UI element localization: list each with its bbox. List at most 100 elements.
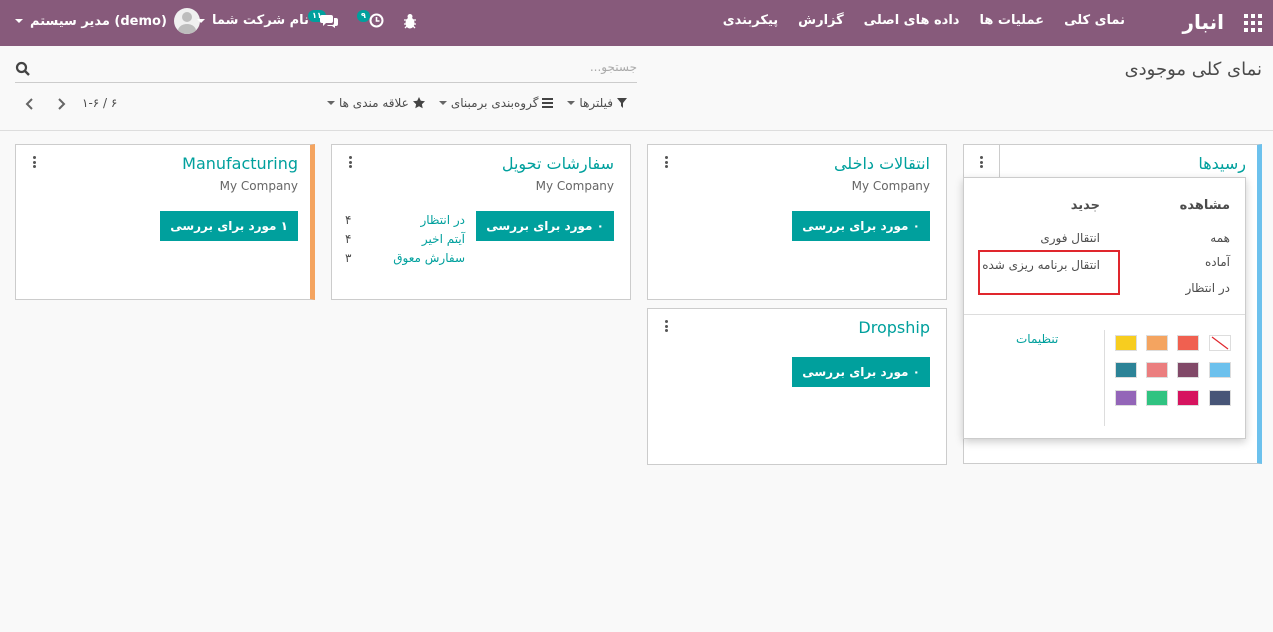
receipts-dropdown-menu: مشاهده جدید همه آماده در انتظار انتقال ف… xyxy=(963,177,1246,439)
manufacturing-todo-button[interactable]: ۱ مورد برای بررسی xyxy=(160,211,298,241)
company-caret-icon xyxy=(197,18,205,23)
delivery-orders-kebab-icon[interactable] xyxy=(348,156,352,168)
filters-label: فیلترها xyxy=(579,96,613,110)
manufacturing-card: Manufacturing My Company ۱ مورد برای برر… xyxy=(15,144,315,300)
dropdown-view-all[interactable]: همه xyxy=(1210,231,1230,245)
user-menu-caret-icon xyxy=(15,19,23,23)
pager-value[interactable]: ۱-۶ / ۶ xyxy=(82,96,117,110)
color-swatch-1[interactable] xyxy=(1177,335,1199,351)
color-swatch-6[interactable] xyxy=(1146,362,1168,378)
menu-reporting[interactable]: گزارش xyxy=(798,13,844,28)
dropship-kebab-icon[interactable] xyxy=(664,320,668,332)
company-switcher[interactable]: نام شرکت شما xyxy=(197,13,309,28)
stat-label-backorder[interactable]: سفارش معوق xyxy=(393,251,465,270)
company-name: نام شرکت شما xyxy=(212,13,309,28)
user-menu[interactable]: مدیر سیستم (demo) xyxy=(15,8,200,34)
stat-count-backorder: ۳ xyxy=(345,251,352,265)
dropdown-view-ready[interactable]: آماده xyxy=(1205,255,1230,269)
filters-caret-icon xyxy=(567,101,576,105)
dropdown-view-waiting[interactable]: در انتظار xyxy=(1185,281,1230,295)
internal-transfers-card: انتقالات داخلی My Company ۰ مورد برای بر… xyxy=(647,144,947,300)
filters-button[interactable]: فیلترها xyxy=(567,96,627,110)
delivery-orders-todo-button[interactable]: ۰ مورد برای بررسی xyxy=(476,211,614,241)
groupby-label: گروه‌بندی برمبنای xyxy=(450,96,539,110)
internal-transfers-title[interactable]: انتقالات داخلی xyxy=(834,154,930,173)
manufacturing-kebab-icon[interactable] xyxy=(32,156,36,168)
color-swatch-8[interactable] xyxy=(1209,390,1231,406)
filter-icon xyxy=(616,98,627,108)
favorites-button[interactable]: علاقه مندی ها xyxy=(327,96,425,110)
avatar xyxy=(173,8,200,34)
stat-row-late: آیتم اخیر ۴ xyxy=(345,232,465,251)
app-brand[interactable]: انبار xyxy=(1182,10,1224,34)
stat-label-late[interactable]: آیتم اخیر xyxy=(422,232,465,251)
color-swatch-none[interactable] xyxy=(1209,335,1231,351)
manufacturing-company: My Company xyxy=(219,179,298,193)
search-input[interactable] xyxy=(57,60,637,74)
groupby-caret-icon xyxy=(438,101,447,105)
apps-grid-icon[interactable] xyxy=(1244,14,1262,32)
stat-label-waiting[interactable]: در انتظار xyxy=(420,213,465,232)
page-title: نمای کلی موجودی xyxy=(1124,59,1262,80)
menu-overview[interactable]: نمای کلی xyxy=(1064,13,1125,28)
dropship-card: Dropship ۰ مورد برای بررسی xyxy=(647,308,947,465)
messaging-menu[interactable]: ۱۱ xyxy=(308,10,338,32)
delivery-orders-card: سفارشات تحویل My Company ۰ مورد برای برر… xyxy=(331,144,631,300)
dropdown-settings-link[interactable]: تنظیمات xyxy=(1016,332,1058,346)
chevron-left-icon[interactable] xyxy=(22,96,38,112)
internal-transfers-todo-button[interactable]: ۰ مورد برای بررسی xyxy=(792,211,930,241)
stat-count-waiting: ۴ xyxy=(345,213,352,227)
favorites-label: علاقه مندی ها xyxy=(339,96,409,110)
dropdown-new-header: جدید xyxy=(1070,198,1100,213)
search-options: فیلترها گروه‌بندی برمبنای علاقه مندی ها xyxy=(327,96,627,110)
menu-master-data[interactable]: داده های اصلی xyxy=(864,13,960,28)
dropship-todo-button[interactable]: ۰ مورد برای بررسی xyxy=(792,357,930,387)
groupby-button[interactable]: گروه‌بندی برمبنای xyxy=(438,96,554,110)
pager: ۱-۶ / ۶ xyxy=(22,96,117,112)
receipts-title[interactable]: رسیدها xyxy=(1198,154,1246,173)
dropdown-view-header: مشاهده xyxy=(1179,198,1230,213)
dropdown-new-immediate[interactable]: انتقال فوری xyxy=(1040,231,1100,245)
delivery-orders-title[interactable]: سفارشات تحویل xyxy=(502,154,614,173)
search-icon[interactable] xyxy=(15,61,31,77)
search-bar xyxy=(15,57,637,83)
star-icon xyxy=(412,97,425,109)
color-swatch-7[interactable] xyxy=(1115,362,1137,378)
dropship-title[interactable]: Dropship xyxy=(858,318,930,337)
internal-transfers-kebab-icon[interactable] xyxy=(664,156,668,168)
color-swatch-4[interactable] xyxy=(1209,362,1231,378)
color-swatch-10[interactable] xyxy=(1146,390,1168,406)
user-name: مدیر سیستم (demo) xyxy=(30,13,167,29)
chat-icon xyxy=(320,15,338,28)
clock-icon xyxy=(369,13,384,28)
favorites-caret-icon xyxy=(327,101,335,105)
top-navbar: مدیر سیستم (demo) نام شرکت شما ۱۱ ۹ نمای… xyxy=(0,0,1273,46)
color-swatch-5[interactable] xyxy=(1177,362,1199,378)
stat-row-waiting: در انتظار ۴ xyxy=(345,213,465,232)
color-swatch-2[interactable] xyxy=(1146,335,1168,351)
control-panel-divider xyxy=(0,130,1273,131)
color-swatch-3[interactable] xyxy=(1115,335,1137,351)
menu-configuration[interactable]: پیکربندی xyxy=(723,13,778,28)
activity-menu[interactable]: ۹ xyxy=(357,10,387,32)
menu-operations[interactable]: عملیات ها xyxy=(979,13,1044,28)
color-swatch-9[interactable] xyxy=(1177,390,1199,406)
delivery-orders-company: My Company xyxy=(535,179,614,193)
dropdown-separator xyxy=(964,314,1245,315)
delivery-orders-stats: در انتظار ۴ آیتم اخیر ۴ سفارش معوق ۳ xyxy=(345,213,465,270)
chevron-right-icon[interactable] xyxy=(53,96,69,112)
no-color-icon xyxy=(1211,336,1229,350)
receipts-dropdown-toggle[interactable] xyxy=(980,156,984,168)
dropdown-vertical-separator xyxy=(1104,330,1105,426)
stat-row-backorder: سفارش معوق ۳ xyxy=(345,251,465,270)
color-swatch-11[interactable] xyxy=(1115,390,1137,406)
stat-count-late: ۴ xyxy=(345,232,352,246)
main-menu: نمای کلی عملیات ها داده های اصلی گزارش پ… xyxy=(723,13,1125,28)
bug-icon[interactable] xyxy=(402,12,418,30)
systray: مدیر سیستم (demo) نام شرکت شما ۱۱ ۹ xyxy=(0,0,460,46)
highlight-annotation xyxy=(978,250,1120,295)
manufacturing-title[interactable]: Manufacturing xyxy=(182,154,298,173)
list-icon xyxy=(542,98,554,108)
activities-badge: ۹ xyxy=(357,10,370,22)
internal-transfers-company: My Company xyxy=(851,179,930,193)
